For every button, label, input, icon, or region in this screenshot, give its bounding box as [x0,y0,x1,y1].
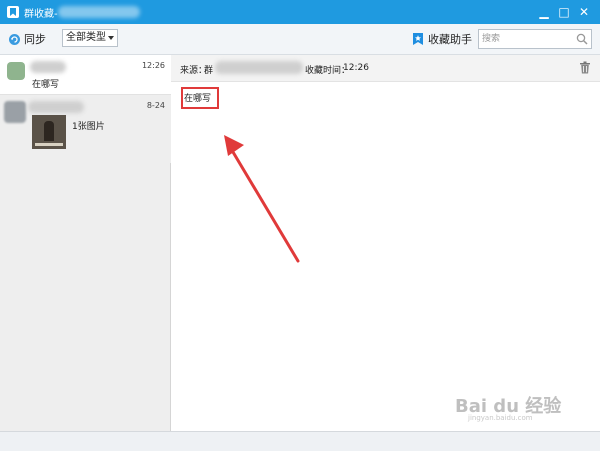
trash-icon[interactable] [579,61,591,74]
source-name: 群 [204,66,214,76]
bookmark-icon [7,6,19,18]
status-bar [0,431,600,451]
sender-redacted [30,61,66,73]
watermark-url: jingyan.baidu.com [468,414,533,422]
item-time: 8-24 [146,101,165,110]
window-title: 群收藏- [24,9,58,20]
detail-pane: 来源： 群 收藏时间： 12:26 在哪写 [171,55,600,431]
title-redacted [58,6,140,18]
attachment-label: 1张图片 [72,122,105,132]
type-filter-select[interactable]: 全部类型 [62,29,118,47]
sync-label: 同步 [24,33,46,46]
source-label: 来源： [180,66,208,76]
favorites-assistant-label: 收藏助手 [428,33,472,46]
thumbnail-figure [44,121,54,141]
source-bar: 来源： 群 收藏时间： 12:26 [171,55,600,82]
toolbar: 同步 全部类型 收藏助手 [0,24,600,55]
star-bookmark-icon [413,33,423,45]
thumbnail-caption [35,143,63,146]
favorites-list: 12:26 在哪写 8-24 1张图片 [0,55,171,431]
window-controls: ▁ □ ✕ [534,4,594,20]
list-item[interactable]: 8-24 1张图片 [0,95,171,163]
search-box [478,29,592,49]
type-filter-value: 全部类型 [66,32,106,43]
message-text: 在哪写 [184,94,212,104]
close-button[interactable]: ✕ [574,4,594,20]
list-item[interactable]: 12:26 在哪写 [0,55,171,95]
item-text: 在哪写 [32,80,60,90]
maximize-button[interactable]: □ [554,4,574,20]
favorites-assistant-button[interactable]: 收藏助手 [412,31,472,47]
collected-time: 12:26 [343,63,369,73]
item-time: 12:26 [141,61,165,70]
sender-redacted [28,101,84,113]
source-redacted [215,61,303,74]
arrow-annotation [224,135,300,263]
search-input[interactable] [479,30,575,48]
image-thumbnail[interactable] [32,115,66,149]
sync-icon [9,33,20,45]
search-icon[interactable] [576,33,588,45]
chevron-down-icon [108,36,114,40]
sync-button[interactable]: 同步 [8,31,46,47]
minimize-button[interactable]: ▁ [534,4,554,20]
avatar [4,101,26,123]
avatar [7,62,25,80]
title-bar: 群收藏- ▁ □ ✕ [0,0,600,24]
